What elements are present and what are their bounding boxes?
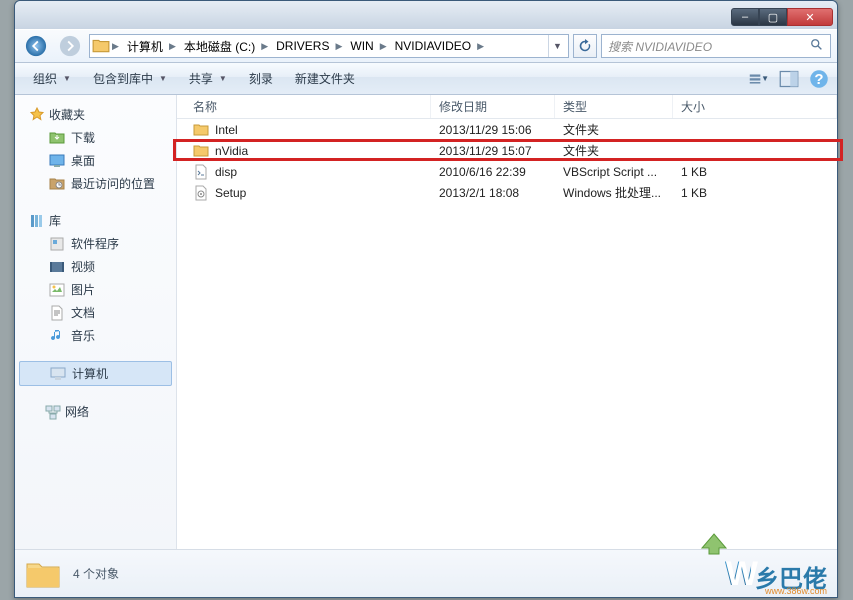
folder-icon xyxy=(92,37,110,55)
chevron-right-icon[interactable]: ▶ xyxy=(167,41,178,52)
search-input[interactable]: 搜索 NVIDIAVIDEO xyxy=(601,34,831,58)
col-date[interactable]: 修改日期 xyxy=(431,95,555,118)
sidebar-item-desktop[interactable]: 桌面 xyxy=(15,149,176,172)
batch-icon xyxy=(193,185,209,201)
preview-pane-button[interactable] xyxy=(779,69,799,89)
command-bar: 组织▼ 包含到库中▼ 共享▼ 刻录 新建文件夹 ▼ ? xyxy=(15,63,837,95)
file-row[interactable]: disp 2010/6/16 22:39 VBScript Script ...… xyxy=(177,161,837,182)
file-rows: Intel 2013/11/29 15:06 文件夹 nVidia 2013/1… xyxy=(177,119,837,203)
col-size[interactable]: 大小 xyxy=(673,95,837,118)
document-icon xyxy=(49,305,65,321)
include-library-button[interactable]: 包含到库中▼ xyxy=(83,66,177,91)
desktop-icon xyxy=(49,153,65,169)
details-pane: 4 个对象 xyxy=(15,549,837,597)
chevron-down-icon: ▼ xyxy=(159,74,167,83)
star-icon xyxy=(29,107,45,123)
picture-icon xyxy=(49,282,65,298)
file-row[interactable]: Intel 2013/11/29 15:06 文件夹 xyxy=(177,119,837,140)
breadcrumb-item[interactable]: 本地磁盘 (C:) xyxy=(178,35,259,57)
folder-large-icon xyxy=(25,556,61,592)
libraries-label: 库 xyxy=(49,212,61,229)
col-name[interactable]: 名称 xyxy=(177,95,431,118)
nav-bar: ▶ 计算机 ▶ 本地磁盘 (C:) ▶ DRIVERS ▶ WIN ▶ NVID… xyxy=(15,29,837,63)
libraries-group[interactable]: 库 xyxy=(15,209,176,232)
breadcrumb-item[interactable]: NVIDIAVIDEO xyxy=(389,35,475,57)
file-row[interactable]: nVidia 2013/11/29 15:07 文件夹 xyxy=(177,140,837,161)
library-icon xyxy=(29,213,45,229)
folder-icon xyxy=(193,122,209,138)
chevron-right-icon[interactable]: ▶ xyxy=(259,41,270,52)
favorites-label: 收藏夹 xyxy=(49,106,85,123)
sidebar-item-documents[interactable]: 文档 xyxy=(15,301,176,324)
chevron-right-icon[interactable]: ▶ xyxy=(333,41,344,52)
sidebar-item-videos[interactable]: 视频 xyxy=(15,255,176,278)
download-icon xyxy=(49,130,65,146)
address-dropdown[interactable]: ▼ xyxy=(548,35,566,57)
search-icon[interactable] xyxy=(810,38,824,55)
breadcrumb-item[interactable]: WIN xyxy=(344,35,377,57)
music-icon xyxy=(49,328,65,344)
status-count: 4 个对象 xyxy=(73,565,119,582)
recent-icon xyxy=(49,176,65,192)
titlebar[interactable]: – ▢ ✕ xyxy=(15,1,837,29)
explorer-window: – ▢ ✕ ▶ 计算机 ▶ 本地磁盘 (C:) ▶ DRIVERS ▶ WIN … xyxy=(14,0,838,598)
app-icon xyxy=(49,236,65,252)
svg-text:?: ? xyxy=(814,71,823,88)
script-icon xyxy=(193,164,209,180)
organize-button[interactable]: 组织▼ xyxy=(23,66,81,91)
sidebar-item-music[interactable]: 音乐 xyxy=(15,324,176,347)
refresh-button[interactable] xyxy=(573,34,597,58)
help-button[interactable]: ? xyxy=(809,69,829,89)
folder-icon xyxy=(193,143,209,159)
maximize-button[interactable]: ▢ xyxy=(759,8,787,26)
column-headers: 名称 修改日期 类型 大小 xyxy=(177,95,837,119)
col-type[interactable]: 类型 xyxy=(555,95,673,118)
burn-button[interactable]: 刻录 xyxy=(239,66,283,91)
view-options-button[interactable]: ▼ xyxy=(749,69,769,89)
video-icon xyxy=(49,259,65,275)
close-button[interactable]: ✕ xyxy=(787,8,833,26)
minimize-button[interactable]: – xyxy=(731,8,759,26)
network-icon xyxy=(45,404,61,420)
search-placeholder: 搜索 NVIDIAVIDEO xyxy=(608,38,712,55)
share-button[interactable]: 共享▼ xyxy=(179,66,237,91)
sidebar-item-computer[interactable]: 计算机 xyxy=(19,361,172,386)
chevron-right-icon[interactable]: ▶ xyxy=(110,41,121,52)
new-folder-button[interactable]: 新建文件夹 xyxy=(285,66,365,91)
file-list-pane: 名称 修改日期 类型 大小 Intel 2013/11/29 15:06 文件夹… xyxy=(177,95,837,549)
forward-button[interactable] xyxy=(55,34,85,58)
back-button[interactable] xyxy=(21,34,51,58)
chevron-right-icon[interactable]: ▶ xyxy=(475,41,486,52)
sidebar-item-downloads[interactable]: 下载 xyxy=(15,126,176,149)
chevron-down-icon: ▼ xyxy=(219,74,227,83)
content-body: 收藏夹 下载 桌面 最近访问的位置 库 软件程序 视频 图片 文档 音乐 计算机 xyxy=(15,95,837,549)
nav-pane[interactable]: 收藏夹 下载 桌面 最近访问的位置 库 软件程序 视频 图片 文档 音乐 计算机 xyxy=(15,95,177,549)
address-bar[interactable]: ▶ 计算机 ▶ 本地磁盘 (C:) ▶ DRIVERS ▶ WIN ▶ NVID… xyxy=(89,34,569,58)
sidebar-item-apps[interactable]: 软件程序 xyxy=(15,232,176,255)
sidebar-item-network[interactable]: 网络 xyxy=(15,400,176,423)
window-controls: – ▢ ✕ xyxy=(731,4,837,26)
sidebar-item-recent[interactable]: 最近访问的位置 xyxy=(15,172,176,195)
file-row[interactable]: Setup 2013/2/1 18:08 Windows 批处理... 1 KB xyxy=(177,182,837,203)
computer-icon xyxy=(50,366,66,382)
sidebar-item-pictures[interactable]: 图片 xyxy=(15,278,176,301)
favorites-group[interactable]: 收藏夹 xyxy=(15,103,176,126)
chevron-down-icon: ▼ xyxy=(63,74,71,83)
breadcrumb-item[interactable]: 计算机 xyxy=(121,35,167,57)
chevron-right-icon[interactable]: ▶ xyxy=(378,41,389,52)
breadcrumb-item[interactable]: DRIVERS xyxy=(270,35,333,57)
